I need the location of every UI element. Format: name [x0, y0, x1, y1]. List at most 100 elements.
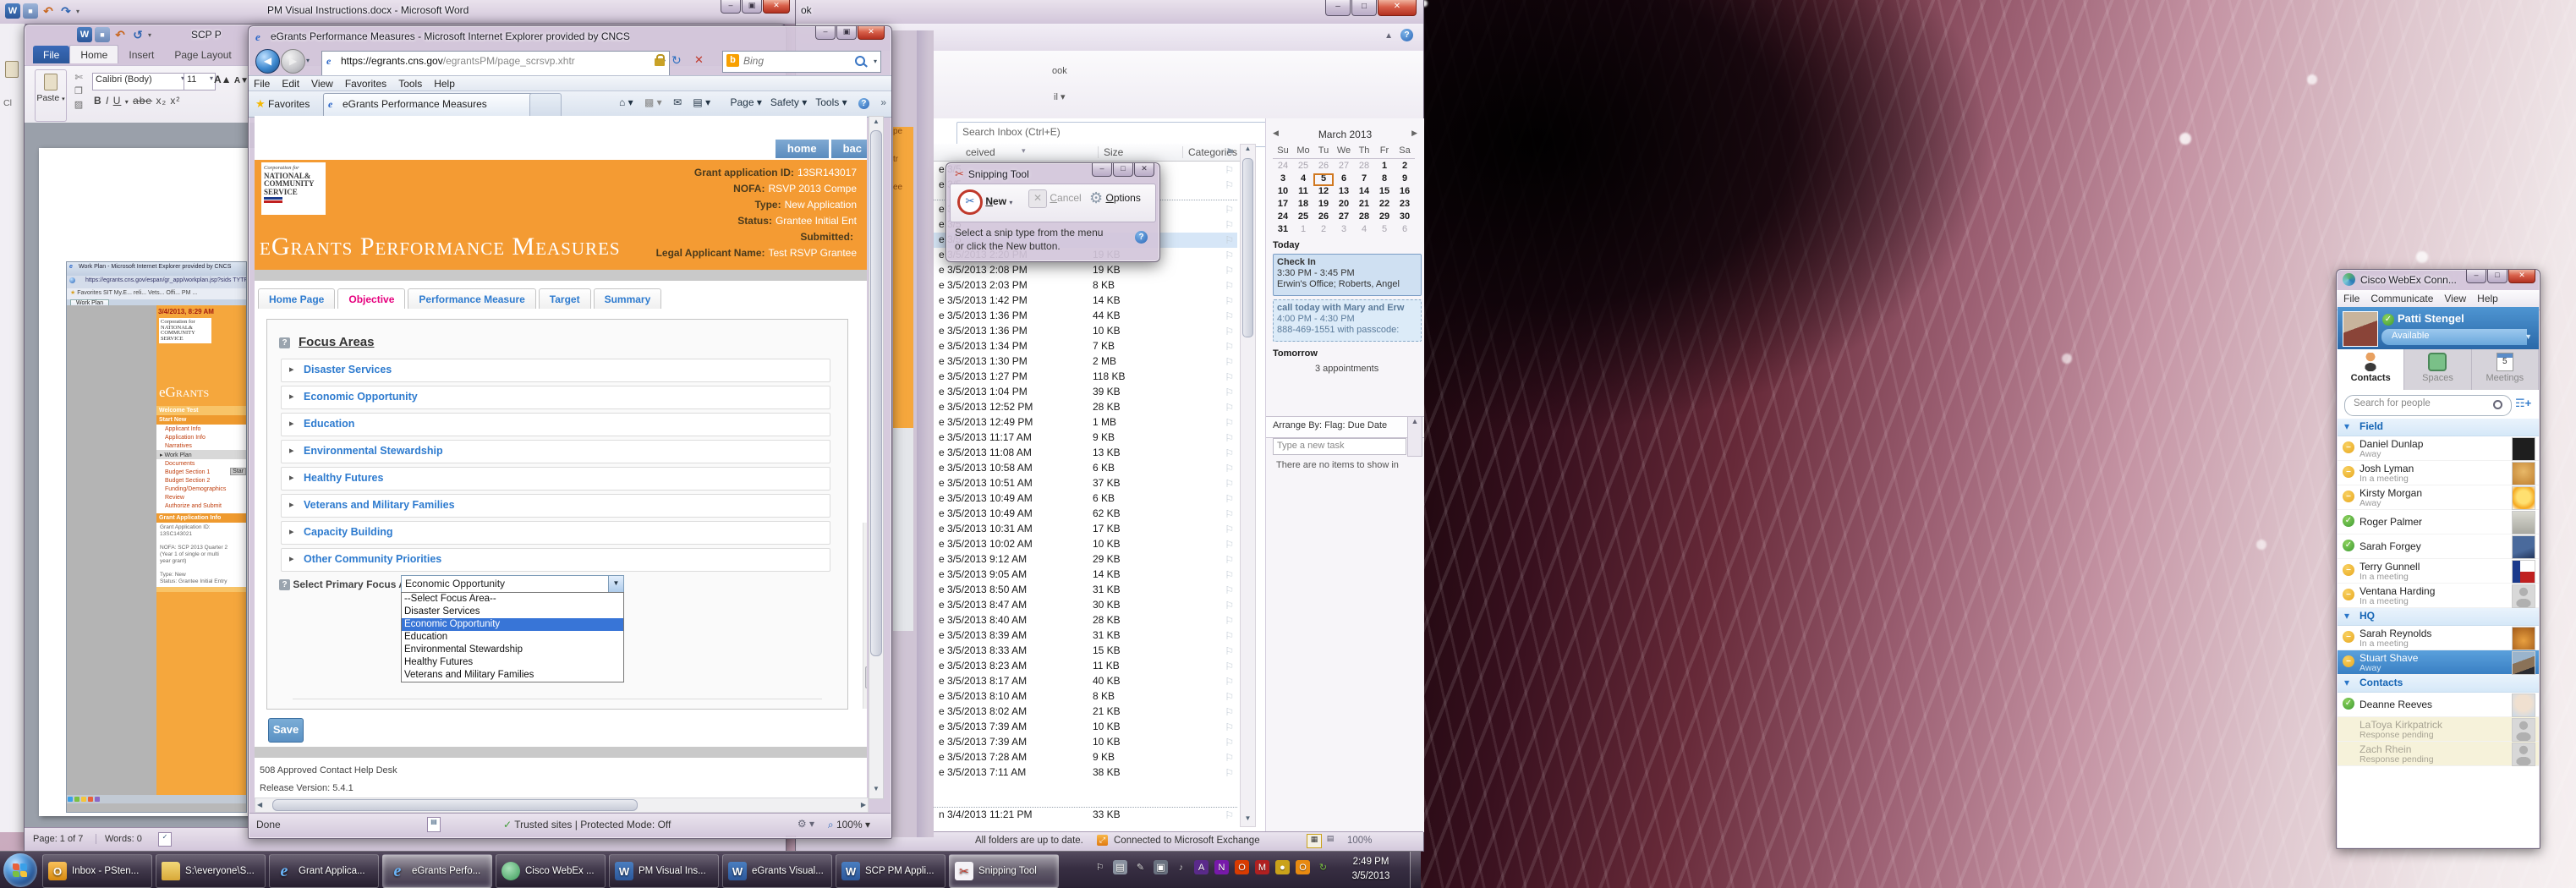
calendar-day[interactable]: 6: [1395, 224, 1415, 237]
email-row[interactable]: e 3/5/2013 2:03 PM 8 KB ⚐: [934, 278, 1237, 293]
dropdown-option[interactable]: Disaster Services: [402, 606, 623, 618]
tab-target[interactable]: Target: [538, 288, 591, 309]
select-dropdown-icon[interactable]: ▼: [608, 576, 623, 592]
contact-deanne-reeves[interactable]: ✓ Deanne Reeves: [2338, 693, 2539, 717]
email-row[interactable]: e 3/5/2013 8:47 AM 30 KB ⚐: [934, 598, 1237, 613]
calendar-day[interactable]: 28: [1354, 211, 1374, 224]
tray-pen-icon[interactable]: ✎: [1133, 860, 1148, 874]
email-row[interactable]: e 3/5/2013 7:39 AM 10 KB ⚐: [934, 735, 1237, 750]
calendar-day[interactable]: 2: [1395, 161, 1415, 173]
inner-scrollbar[interactable]: ▼: [863, 523, 867, 709]
email-row[interactable]: e 3/5/2013 8:17 AM 40 KB ⚐: [934, 674, 1237, 689]
flag-icon[interactable]: ⚐: [1225, 690, 1234, 704]
word-icon[interactable]: W: [77, 27, 92, 42]
scroll-down-icon[interactable]: ▼: [1241, 814, 1255, 826]
undo-icon[interactable]: ↶: [41, 3, 56, 19]
email-row[interactable]: e 3/5/2013 12:52 PM 28 KB ⚐: [934, 400, 1237, 415]
calendar-day[interactable]: 27: [1334, 161, 1354, 173]
qat-dropdown-icon[interactable]: ▾: [76, 8, 79, 15]
taskbar-clock[interactable]: 2:49 PM 3/5/2013: [1341, 855, 1400, 884]
flag-icon[interactable]: ⚐: [1225, 492, 1234, 507]
calendar-day[interactable]: 11: [1293, 186, 1313, 199]
word-back-close-button[interactable]: ✕: [763, 0, 790, 14]
inner-scrollbar-thumb[interactable]: [865, 666, 867, 688]
flag-icon[interactable]: ⚐: [1225, 599, 1234, 613]
email-row[interactable]: e 3/5/2013 2:08 PM 19 KB ⚐: [934, 263, 1237, 278]
user-avatar[interactable]: [2343, 311, 2378, 347]
view-normal-icon[interactable]: ▦: [1307, 834, 1322, 848]
chevron-icon[interactable]: »: [880, 96, 886, 108]
calendar-day[interactable]: 29: [1374, 211, 1395, 224]
snip-titlebar[interactable]: ✂ Snipping Tool – □ ✕: [946, 163, 1159, 184]
flag-icon[interactable]: ⚐: [1225, 203, 1234, 217]
flag-icon[interactable]: ⚐: [1225, 553, 1234, 567]
email-row[interactable]: e 3/5/2013 1:36 PM 10 KB ⚐: [934, 324, 1237, 339]
focus-area-education[interactable]: Education: [281, 413, 830, 436]
webex-menu-communicate[interactable]: Communicate: [2370, 293, 2433, 304]
calendar-next-icon[interactable]: ▶: [1411, 129, 1417, 138]
scroll-up-icon[interactable]: ▲: [1241, 145, 1255, 156]
qat-dropdown-icon[interactable]: ▾: [148, 31, 151, 39]
tray-volume-icon[interactable]: ♪: [1174, 860, 1188, 874]
calendar-day[interactable]: 3: [1334, 224, 1354, 237]
flag-icon[interactable]: ⚐: [1225, 218, 1234, 233]
dropdown-option[interactable]: Economic Opportunity: [402, 618, 623, 631]
scroll-up-icon[interactable]: ▲: [869, 118, 883, 130]
email-row[interactable]: e 3/5/2013 8:23 AM 11 KB ⚐: [934, 659, 1237, 674]
taskbar-button-egrants-visual-[interactable]: WeGrants Visual...: [722, 854, 832, 888]
scroll-right-icon[interactable]: ▶: [861, 801, 866, 809]
calendar-day[interactable]: 25: [1293, 211, 1313, 224]
email-row[interactable]: e 3/5/2013 8:39 AM 31 KB ⚐: [934, 628, 1237, 644]
outlook-minimize-button[interactable]: –: [1325, 0, 1351, 16]
webex-close-button[interactable]: ✕: [2508, 270, 2535, 283]
scrollbar-thumb[interactable]: [870, 130, 882, 656]
calendar-day[interactable]: 21: [1354, 199, 1374, 211]
email-row[interactable]: e 3/5/2013 1:34 PM 7 KB ⚐: [934, 339, 1237, 354]
save-button[interactable]: Save: [268, 718, 304, 743]
column-received[interactable]: ceived: [966, 146, 995, 158]
mail-column-headers[interactable]: ceived ▾ Size Categories ⚑: [934, 144, 1240, 162]
flag-icon[interactable]: ⚐: [1225, 279, 1234, 293]
menu-edit[interactable]: Edit: [282, 78, 299, 90]
menu-tools[interactable]: Tools: [398, 78, 422, 90]
help-icon[interactable]: ?: [279, 579, 290, 591]
taskbar-button-pm-visual-ins-[interactable]: W PM Visual Ins...: [609, 854, 719, 888]
contact-daniel-dunlap[interactable]: – Daniel Dunlap Away: [2338, 436, 2539, 461]
calendar-day[interactable]: 19: [1313, 199, 1334, 211]
column-flag-icon[interactable]: ⚑: [1225, 146, 1235, 158]
flag-icon[interactable]: ⚐: [1225, 340, 1234, 354]
menu-file[interactable]: File: [254, 78, 270, 90]
paste-button[interactable]: Paste ▾: [35, 69, 67, 122]
calendar-day[interactable]: 4: [1293, 173, 1313, 186]
email-row[interactable]: e 3/5/2013 8:33 AM 15 KB ⚐: [934, 644, 1237, 659]
tray-app-a-icon[interactable]: A: [1194, 860, 1209, 874]
tray-communicator-icon[interactable]: O: [1296, 860, 1310, 874]
calendar-day[interactable]: 23: [1395, 199, 1415, 211]
feeds-icon[interactable]: ▩ ▾: [644, 96, 662, 108]
clipboard-small-icons[interactable]: ✄ ❐ ▨: [70, 71, 87, 112]
options-button[interactable]: ⚙ Options: [1089, 189, 1141, 215]
contact-latoya-kirkpatrick[interactable]: LaToya Kirkpatrick Response pending: [2338, 717, 2539, 742]
tray-sync-icon[interactable]: ↻: [1316, 860, 1330, 874]
focus-area-capacity-building[interactable]: Capacity Building: [281, 521, 830, 545]
tray-office-icon[interactable]: O: [1235, 860, 1249, 874]
email-row[interactable]: e 3/5/2013 7:28 AM 9 KB ⚐: [934, 750, 1237, 765]
flag-icon[interactable]: ⚐: [1225, 538, 1234, 552]
flag-icon[interactable]: ⚐: [1225, 416, 1234, 430]
dropdown-option[interactable]: --Select Focus Area--: [402, 593, 623, 606]
flag-icon[interactable]: ⚐: [1225, 736, 1234, 750]
ribbon-tab-file[interactable]: File: [33, 46, 70, 63]
calendar-day[interactable]: 24: [1273, 161, 1293, 173]
user-status-select[interactable]: Available: [2381, 329, 2527, 345]
email-row[interactable]: e 3/5/2013 12:49 PM 1 MB ⚐: [934, 415, 1237, 430]
ribbon-collapse-icon[interactable]: ▲: [1384, 31, 1393, 41]
contact-group-contacts[interactable]: Contacts: [2338, 675, 2539, 693]
scroll-left-icon[interactable]: ◀: [257, 801, 262, 809]
task-scroll-up-icon[interactable]: ▲: [1407, 416, 1422, 457]
spellcheck-icon[interactable]: ✓: [158, 832, 172, 847]
calendar-day[interactable]: 30: [1395, 211, 1415, 224]
calendar-day[interactable]: 4: [1354, 224, 1374, 237]
contact-stuart-shave[interactable]: – Stuart Shave Away: [2338, 650, 2539, 675]
contact-ventana-harding[interactable]: – Ventana Harding In a meeting: [2338, 584, 2539, 608]
start-button[interactable]: [3, 853, 37, 887]
